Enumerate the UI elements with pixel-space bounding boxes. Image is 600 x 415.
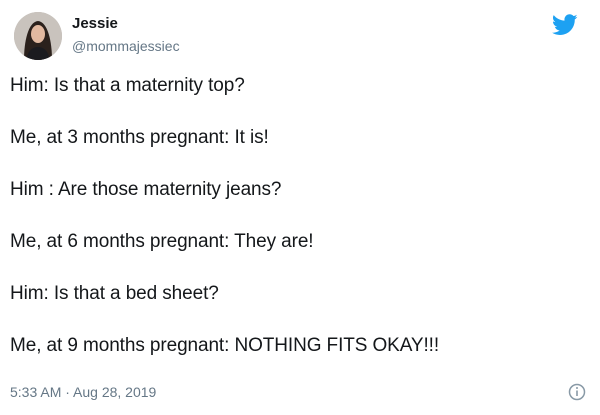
tweet-line: Him : Are those maternity jeans? [10,179,282,200]
display-name[interactable]: Jessie [72,14,180,34]
tweet-line: Him: Is that a maternity top? [10,75,245,96]
user-handle[interactable]: @mommajessiec [72,36,180,56]
avatar[interactable] [14,12,62,60]
tweet-timestamp[interactable]: 5:33 AM · Aug 28, 2019 [10,382,156,402]
twitter-bird-icon[interactable] [551,14,578,36]
tweet-line: Him: Is that a bed sheet? [10,283,219,304]
info-icon[interactable] [568,383,586,401]
tweet-text: Him: Is that a maternity top? Me, at 3 m… [10,74,590,386]
tweet-line: Me, at 3 months pregnant: It is! [10,127,269,148]
author-info: Jessie @mommajessiec [72,14,180,56]
tweet-card: Jessie @mommajessiec Him: Is that a mate… [0,0,600,415]
tweet-line: Me, at 6 months pregnant: They are! [10,231,314,252]
tweet-line: Me, at 9 months pregnant: NOTHING FITS O… [10,335,440,356]
